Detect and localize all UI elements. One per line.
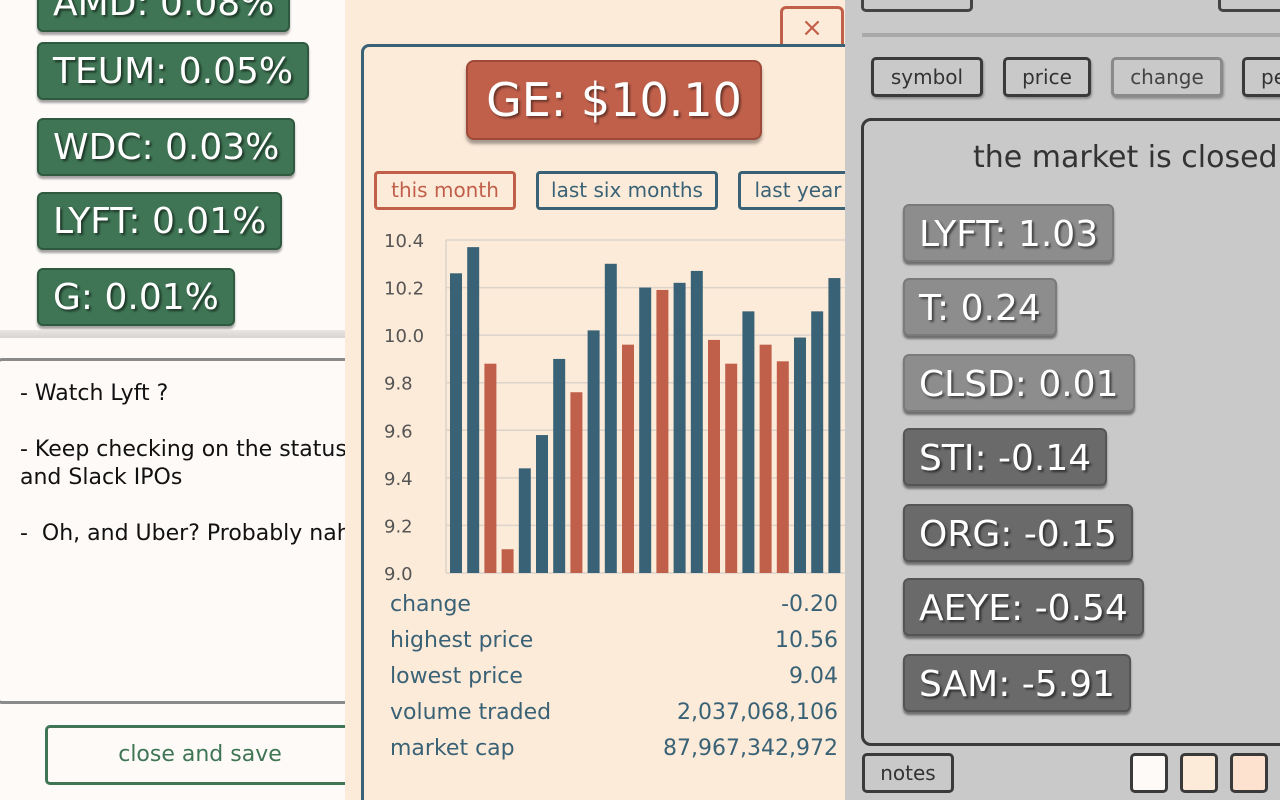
y-tick-label: 9.6 bbox=[384, 421, 413, 442]
price-bar[interactable] bbox=[622, 344, 634, 573]
ticker-chip-lyft[interactable]: LYFT: 1.03 bbox=[903, 204, 1115, 262]
price-bar[interactable] bbox=[656, 289, 669, 573]
ticker-chip-aeye[interactable]: AEYE: -0.54 bbox=[903, 578, 1144, 636]
notes-content[interactable]: - Watch Lyft ? - Keep checking on the st… bbox=[20, 380, 345, 548]
price-bar[interactable] bbox=[518, 468, 531, 573]
sort-percent-button[interactable]: percent bbox=[1242, 57, 1280, 97]
price-bar[interactable] bbox=[742, 311, 755, 573]
range-tab-last-year[interactable]: last year bbox=[738, 171, 858, 210]
y-tick-label: 9.8 bbox=[384, 374, 413, 395]
stat-label: highest price bbox=[390, 628, 534, 653]
price-bar[interactable] bbox=[811, 311, 824, 573]
stat-value: 87,967,342,972 bbox=[663, 736, 838, 761]
theme-swatch-light-orange[interactable] bbox=[1230, 753, 1268, 793]
ticker-chip-teum[interactable]: TEUM: 0.05% bbox=[37, 42, 310, 100]
sort-price-button[interactable]: price bbox=[1003, 57, 1091, 97]
stat-highest-price: highest price 10.56 bbox=[390, 628, 838, 660]
price-bar[interactable] bbox=[536, 435, 548, 573]
ticker-chip-t[interactable]: T: 0.24 bbox=[903, 278, 1057, 336]
price-bar[interactable] bbox=[604, 263, 617, 573]
price-bar[interactable] bbox=[570, 392, 583, 573]
ticker-chip-amd[interactable]: AMD: 0.08% bbox=[37, 0, 291, 32]
notes-button[interactable]: notes bbox=[862, 753, 954, 793]
stat-lowest-price: lowest price 9.04 bbox=[390, 664, 838, 696]
price-bar[interactable] bbox=[553, 358, 566, 573]
stat-value: 2,037,068,106 bbox=[677, 700, 838, 725]
divider bbox=[862, 33, 1280, 37]
top-button-stub[interactable] bbox=[861, 0, 973, 12]
y-tick-label: 10.0 bbox=[384, 326, 424, 347]
y-tick-label: 9.0 bbox=[384, 564, 413, 585]
y-tick-label: 10.2 bbox=[384, 279, 424, 300]
close-and-save-button[interactable]: close and save bbox=[45, 725, 345, 785]
price-bar[interactable] bbox=[501, 549, 514, 573]
range-tab-this-month[interactable]: this month bbox=[374, 171, 516, 210]
range-tab-last-six-months[interactable]: last six months bbox=[536, 171, 718, 210]
price-bar[interactable] bbox=[587, 330, 600, 573]
stat-value: -0.20 bbox=[781, 592, 838, 617]
ticker-chip-sti[interactable]: STI: -0.14 bbox=[903, 428, 1108, 486]
price-bar[interactable] bbox=[776, 361, 789, 573]
ticker-chip-org[interactable]: ORG: -0.15 bbox=[903, 504, 1133, 562]
stat-label: lowest price bbox=[390, 664, 523, 689]
stat-change: change -0.20 bbox=[390, 592, 838, 624]
price-bar[interactable] bbox=[794, 337, 806, 573]
price-bar[interactable] bbox=[690, 270, 703, 573]
ticker-chip-sam[interactable]: SAM: -5.91 bbox=[903, 654, 1131, 712]
ticker-chip-g[interactable]: G: 0.01% bbox=[37, 268, 235, 326]
sort-change-button[interactable]: change bbox=[1111, 57, 1223, 97]
price-bar[interactable] bbox=[484, 363, 497, 573]
price-bar[interactable] bbox=[467, 247, 480, 573]
sort-symbol-button[interactable]: symbol bbox=[871, 57, 983, 97]
price-bar[interactable] bbox=[450, 273, 462, 573]
stat-label: market cap bbox=[390, 736, 515, 761]
ticker-chip-lyft[interactable]: LYFT: 0.01% bbox=[37, 192, 283, 250]
y-tick-label: 9.2 bbox=[384, 516, 413, 537]
ticker-chip-clsd[interactable]: CLSD: 0.01 bbox=[903, 354, 1135, 412]
price-bar[interactable] bbox=[673, 282, 686, 573]
watchlist-panel: AMD: 0.08% TEUM: 0.05% WDC: 0.03% LYFT: … bbox=[0, 0, 345, 800]
stat-volume-traded: volume traded 2,037,068,106 bbox=[390, 700, 838, 732]
price-bar-chart: 10.4 10.2 10.0 9.8 9.6 9.4 9.2 9.0 bbox=[384, 231, 845, 585]
price-bar[interactable] bbox=[828, 278, 841, 573]
stat-value: 10.56 bbox=[775, 628, 838, 653]
price-bar[interactable] bbox=[708, 339, 720, 573]
close-icon[interactable]: × bbox=[780, 6, 844, 48]
stat-market-cap: market cap 87,967,342,972 bbox=[390, 736, 838, 768]
price-bar[interactable] bbox=[639, 287, 652, 573]
y-tick-label: 9.4 bbox=[384, 469, 413, 490]
theme-swatch-peach[interactable] bbox=[1180, 753, 1218, 793]
ticker-price-badge: GE: $10.10 bbox=[466, 60, 762, 140]
market-status-text: the market is closed bbox=[973, 140, 1278, 175]
top-button-stub[interactable] bbox=[1218, 0, 1280, 12]
y-tick-label: 10.4 bbox=[384, 231, 424, 252]
panel-divider[interactable] bbox=[0, 330, 345, 338]
price-bar[interactable] bbox=[759, 344, 772, 573]
stat-label: change bbox=[390, 592, 471, 617]
stat-label: volume traded bbox=[390, 700, 552, 725]
price-bar[interactable] bbox=[725, 363, 738, 573]
stat-value: 9.04 bbox=[789, 664, 838, 689]
theme-swatch-white[interactable] bbox=[1130, 753, 1168, 793]
ticker-chip-wdc[interactable]: WDC: 0.03% bbox=[37, 118, 296, 176]
